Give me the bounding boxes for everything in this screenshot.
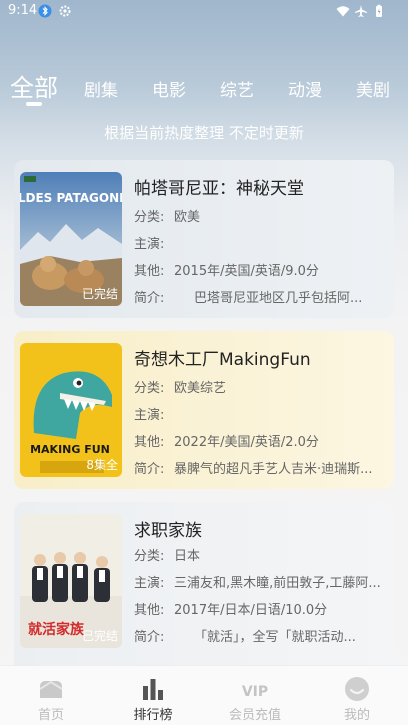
- row-cast: 主演:: [134, 237, 165, 252]
- row-other: 其他: 2017年/日本/日语/10.0分: [134, 603, 328, 618]
- profile-icon: [345, 677, 369, 701]
- airplane-icon: [355, 5, 367, 17]
- battery-icon: [376, 4, 382, 17]
- tab-series[interactable]: 剧集: [84, 76, 118, 101]
- home-icon: [39, 680, 63, 698]
- row-intro: 简介: 「就活」，全写「就职活动...: [134, 630, 356, 645]
- status-bar: 9:14: [0, 0, 408, 24]
- poster-image: WILDES PATAGONIEN 已完结: [20, 172, 122, 306]
- row-cast: 主演:: [134, 408, 165, 423]
- bluetooth-icon: [38, 4, 52, 18]
- wifi-icon: [336, 6, 350, 17]
- ranking-card[interactable]: WILDES PATAGONIEN 已完结 帕塔哥尼亚：神秘天堂 分类:欧美 主…: [14, 160, 394, 318]
- tab-indicator: [26, 102, 42, 106]
- poster-title: MAKING FUN: [30, 443, 110, 456]
- tab-all[interactable]: 全部: [10, 68, 58, 103]
- nav-label: 首页: [37, 708, 64, 723]
- nav-vip[interactable]: VIP 会员充值: [204, 666, 306, 725]
- poster-title: WILDES PATAGONIEN: [20, 191, 122, 205]
- status-time: 9:14: [8, 3, 38, 18]
- nav-profile[interactable]: 我的: [306, 666, 408, 725]
- bottom-nav: 首页 排行榜 VIP 会员充值 我的: [0, 665, 408, 725]
- tab-us-series[interactable]: 美剧: [356, 76, 390, 101]
- card-title: 奇想木工厂MakingFun: [134, 350, 311, 370]
- ranking-card[interactable]: MAKING FUN 8集全 奇想木工厂MakingFun 分类: 欧美综艺 主演…: [14, 331, 394, 489]
- nav-label: 排行榜: [133, 708, 173, 723]
- tab-variety[interactable]: 综艺: [220, 76, 254, 101]
- tab-movies[interactable]: 电影: [152, 76, 186, 101]
- card-title: 求职家族: [134, 521, 202, 541]
- nav-label: 我的: [343, 708, 370, 723]
- row-category: 分类: 欧美综艺: [134, 381, 227, 396]
- row-cast: 主演: 三浦友和,黑木瞳,前田敦子,工藤阿...: [134, 576, 381, 591]
- poster-image: MAKING FUN 8集全: [20, 343, 122, 477]
- row-category: 分类: 欧美: [134, 210, 201, 225]
- row-other: 其他: 2015年/英国/英语/9.0分: [134, 264, 319, 279]
- card-title: 帕塔哥尼亚：神秘天堂: [134, 179, 304, 199]
- ranking-subtitle: 根据当前热度整理 不定时更新: [104, 124, 304, 142]
- poster-image: 就活家族 已完结: [20, 514, 122, 648]
- ranking-card[interactable]: 就活家族 已完结 求职家族 分类: 日本 主演: 三浦友和,黑木瞳,前田敦子,工藤阿…: [14, 502, 394, 665]
- svg-text:VIP: VIP: [242, 684, 268, 700]
- row-intro: 简介: 暴脾气的超凡手艺人吉米·迪瑞斯...: [134, 462, 373, 477]
- status-badge: 已完结: [81, 287, 118, 301]
- tab-anime[interactable]: 动漫: [288, 76, 322, 101]
- row-category: 分类: 日本: [134, 549, 201, 564]
- settings-icon: [59, 5, 71, 17]
- vip-icon: VIP: [242, 684, 268, 700]
- nav-label: 会员充值: [228, 708, 281, 723]
- poster-title: 就活家族: [28, 621, 85, 638]
- row-other: 其他: 2022年/美国/英语/2.0分: [134, 435, 319, 450]
- category-tabs: 全部 剧集 电影 综艺 动漫 美剧: [0, 68, 408, 108]
- row-intro: 简介: 巴塔哥尼亚地区几乎包括阿...: [134, 291, 363, 306]
- ranking-icon: [143, 679, 163, 700]
- status-badge: 8集全: [86, 458, 118, 472]
- status-badge: 已完结: [81, 629, 118, 643]
- nav-ranking[interactable]: 排行榜: [102, 666, 204, 725]
- nav-home[interactable]: 首页: [0, 666, 102, 725]
